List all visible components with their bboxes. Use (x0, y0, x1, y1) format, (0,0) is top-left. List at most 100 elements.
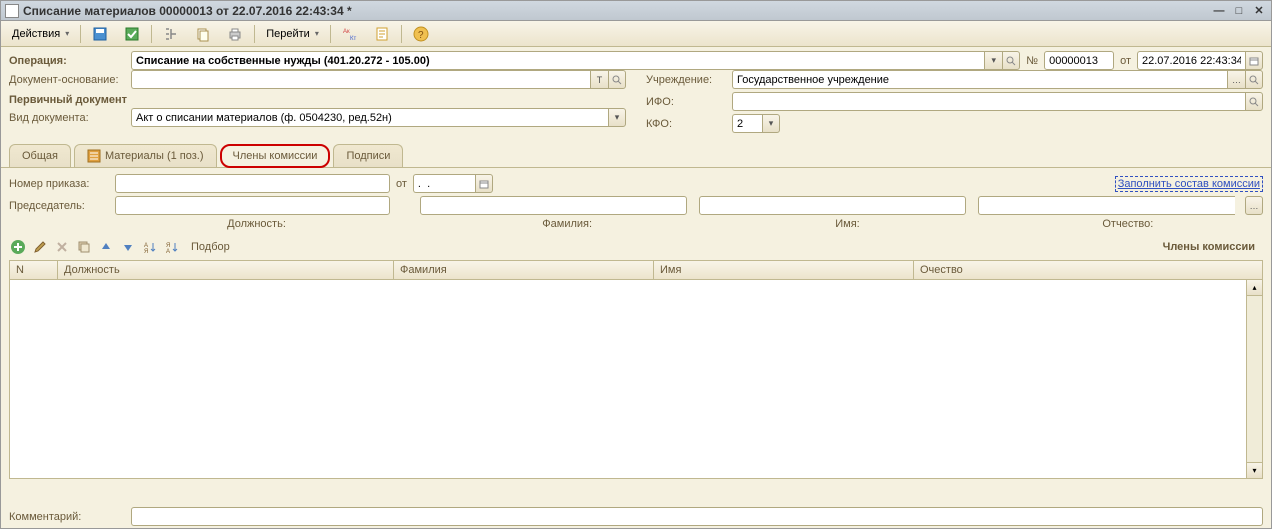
svg-text:Кт: Кт (350, 36, 356, 42)
sort-asc-button[interactable]: AЯ (141, 238, 159, 256)
copy-row-button[interactable] (75, 238, 93, 256)
kfo-label: КФО: (646, 118, 726, 130)
svg-text:Я: Я (144, 249, 148, 254)
tree-button[interactable] (156, 23, 186, 45)
commission-grid: N Должность Фамилия Имя Очество ▴ ▾ (9, 260, 1263, 479)
tabs: Общая Материалы (1 поз.) Члены комиссии … (1, 140, 1271, 168)
primary-doc-section: Первичный документ (9, 92, 626, 108)
scroll-track[interactable] (1247, 296, 1262, 462)
grid-scrollbar[interactable]: ▴ ▾ (1246, 280, 1262, 478)
pencil-icon (33, 240, 47, 254)
institution-label: Учреждение: (646, 74, 726, 86)
chairman-position-input[interactable] (115, 196, 390, 215)
materials-icon (87, 149, 101, 163)
grid-header: N Должность Фамилия Имя Очество (10, 261, 1262, 280)
print-icon (227, 26, 243, 42)
date-input[interactable] (1137, 51, 1245, 70)
kfo-dropdown[interactable]: ▾ (762, 114, 780, 133)
doc-type-input[interactable] (131, 108, 608, 127)
move-down-button[interactable] (119, 238, 137, 256)
scroll-up-button[interactable]: ▴ (1247, 280, 1262, 296)
print-button[interactable] (220, 23, 250, 45)
chairman-name-input[interactable] (699, 196, 966, 215)
plus-icon (10, 239, 26, 255)
svg-text:Ак: Ак (343, 29, 350, 35)
search-icon (1006, 56, 1016, 66)
help-button[interactable]: ? (406, 23, 436, 45)
calendar-icon (479, 179, 489, 189)
comment-input[interactable] (131, 507, 1263, 526)
titlebar: Списание материалов 00000013 от 22.07.20… (1, 1, 1271, 21)
search-icon (1249, 97, 1259, 107)
doc-basis-input[interactable] (131, 70, 590, 89)
selection-button[interactable]: Подбор (191, 241, 230, 253)
tab-commission[interactable]: Члены комиссии (220, 144, 331, 168)
comment-label: Комментарий: (9, 511, 125, 523)
doc-basis-search[interactable] (608, 70, 626, 89)
chairman-surname-input[interactable] (420, 196, 687, 215)
operation-input[interactable] (131, 51, 984, 70)
col-n[interactable]: N (10, 261, 58, 279)
search-icon (1249, 75, 1259, 85)
tree-icon (163, 26, 179, 42)
delete-row-button[interactable] (53, 238, 71, 256)
ifo-input[interactable] (732, 92, 1245, 111)
col-patronymic[interactable]: Очество (914, 261, 1246, 279)
operation-label: Операция: (9, 55, 125, 67)
chairman-patronymic-input[interactable] (978, 196, 1235, 215)
add-row-button[interactable] (9, 238, 27, 256)
doc-basis-t-button[interactable]: T (590, 70, 608, 89)
tab-general[interactable]: Общая (9, 144, 71, 167)
goto-menu[interactable]: Перейти (259, 23, 326, 45)
tab-materials[interactable]: Материалы (1 поз.) (74, 144, 217, 167)
post-button[interactable] (117, 23, 147, 45)
ifo-search[interactable] (1245, 92, 1263, 111)
date-picker[interactable] (1245, 51, 1263, 70)
window-controls: — □ ✕ (1211, 4, 1267, 18)
order-date-input[interactable] (413, 174, 475, 193)
edit-row-button[interactable] (31, 238, 49, 256)
post-icon (124, 26, 140, 42)
minimize-button[interactable]: — (1211, 4, 1227, 18)
save-button[interactable] (85, 23, 115, 45)
report-icon (374, 26, 390, 42)
doc-type-label: Вид документа: (9, 112, 125, 124)
document-icon (5, 4, 19, 18)
col-surname[interactable]: Фамилия (394, 261, 654, 279)
close-button[interactable]: ✕ (1251, 4, 1267, 18)
actions-menu[interactable]: Действия (5, 23, 76, 45)
chairman-select-button[interactable]: … (1245, 196, 1263, 215)
maximize-button[interactable]: □ (1231, 4, 1247, 18)
number-label: № (1026, 55, 1038, 67)
report-button[interactable] (367, 23, 397, 45)
institution-select[interactable]: … (1227, 70, 1245, 89)
sort-desc-icon: ЯA (165, 240, 179, 254)
arrow-down-icon (122, 241, 134, 253)
copy-row-icon (77, 240, 91, 254)
operation-dropdown[interactable]: ▾ (984, 51, 1002, 70)
col-position[interactable]: Должность (58, 261, 394, 279)
copy-button[interactable] (188, 23, 218, 45)
institution-input[interactable] (732, 70, 1227, 89)
grid-body[interactable]: ▴ ▾ (10, 280, 1262, 478)
grid-toolbar: AЯ ЯA Подбор (9, 234, 230, 260)
operation-search[interactable] (1002, 51, 1020, 70)
tab-content-commission: Номер приказа: от Заполнить состав комис… (1, 168, 1271, 485)
order-date-picker[interactable] (475, 174, 493, 193)
scroll-down-button[interactable]: ▾ (1247, 462, 1262, 478)
fill-commission-link[interactable]: Заполнить состав комиссии (1115, 176, 1263, 192)
window-title: Списание материалов 00000013 от 22.07.20… (23, 4, 1211, 18)
order-num-input[interactable] (115, 174, 390, 193)
help-icon: ? (413, 26, 429, 42)
doc-type-dropdown[interactable]: ▾ (608, 108, 626, 127)
arrow-up-icon (100, 241, 112, 253)
institution-search[interactable] (1245, 70, 1263, 89)
number-input[interactable] (1044, 51, 1114, 70)
kfo-input[interactable] (732, 114, 762, 133)
sort-desc-button[interactable]: ЯA (163, 238, 181, 256)
tab-signatures[interactable]: Подписи (333, 144, 403, 167)
move-up-button[interactable] (97, 238, 115, 256)
ifo-label: ИФО: (646, 96, 726, 108)
col-name[interactable]: Имя (654, 261, 914, 279)
dkt-button[interactable]: АкКт (335, 23, 365, 45)
